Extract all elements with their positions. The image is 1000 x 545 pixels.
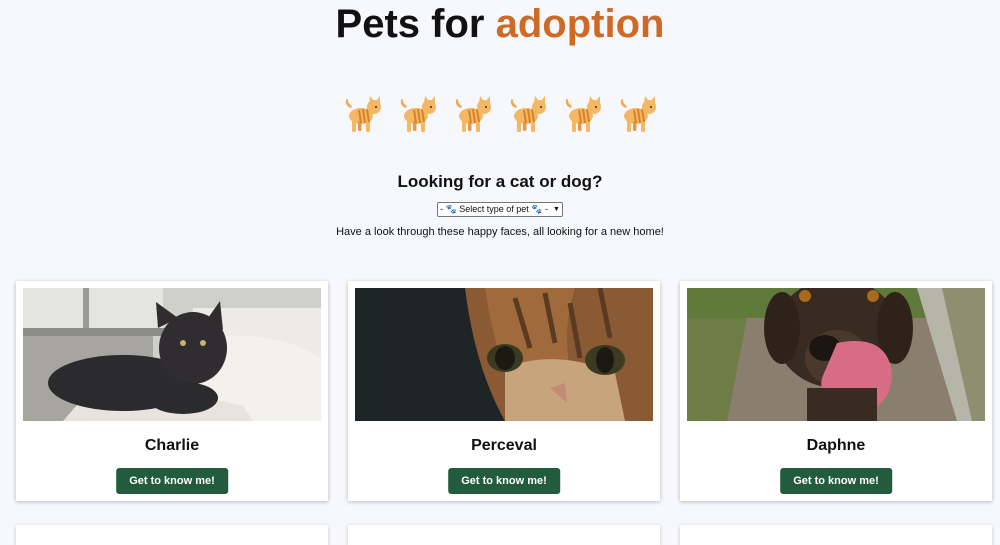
filter-heading: Looking for a cat or dog?: [397, 172, 603, 191]
pet-card-list-next-row: [16, 525, 992, 545]
black-cat-photo: [23, 288, 321, 421]
cat-icon: [620, 96, 656, 132]
pet-name: Charlie: [144, 437, 200, 454]
chevron-down-icon: ▼: [553, 206, 560, 213]
brown-dog-photo: [687, 288, 985, 421]
pet-card-list: Charlie Get to know me! Perceval Get to …: [16, 281, 992, 501]
cat-icon: [345, 96, 381, 132]
cat-icon: [565, 96, 601, 132]
cat-icon: [400, 96, 436, 132]
cat-icon: [455, 96, 491, 132]
get-to-know-me-button[interactable]: Get to know me!: [116, 468, 228, 494]
pet-name: Daphne: [806, 437, 866, 454]
pet-type-select[interactable]: - 🐾 Select type of pet 🐾 - ▼: [437, 202, 563, 217]
intro-text: Have a look through these happy faces, a…: [336, 226, 664, 238]
title-accent: adoption: [495, 2, 665, 46]
pet-type-select-wrapper: - 🐾 Select type of pet 🐾 - ▼: [0, 202, 1000, 217]
pet-card: Perceval Get to know me!: [348, 281, 660, 501]
pet-card: [348, 525, 660, 545]
pet-card: Charlie Get to know me!: [16, 281, 328, 501]
get-to-know-me-button[interactable]: Get to know me!: [448, 468, 560, 494]
pet-name: Perceval: [471, 437, 537, 454]
get-to-know-me-button[interactable]: Get to know me!: [780, 468, 892, 494]
page-title: Pets for adoption: [0, 0, 1000, 46]
cat-icon: [510, 96, 546, 132]
pet-card: [680, 525, 992, 545]
cat-icon-row: [0, 94, 1000, 138]
tabby-cat-photo: [355, 288, 653, 421]
pet-card: Daphne Get to know me!: [680, 281, 992, 501]
pet-type-select-value: - 🐾 Select type of pet 🐾 -: [440, 204, 548, 214]
pet-card: [16, 525, 328, 545]
title-prefix: Pets for: [335, 2, 485, 46]
